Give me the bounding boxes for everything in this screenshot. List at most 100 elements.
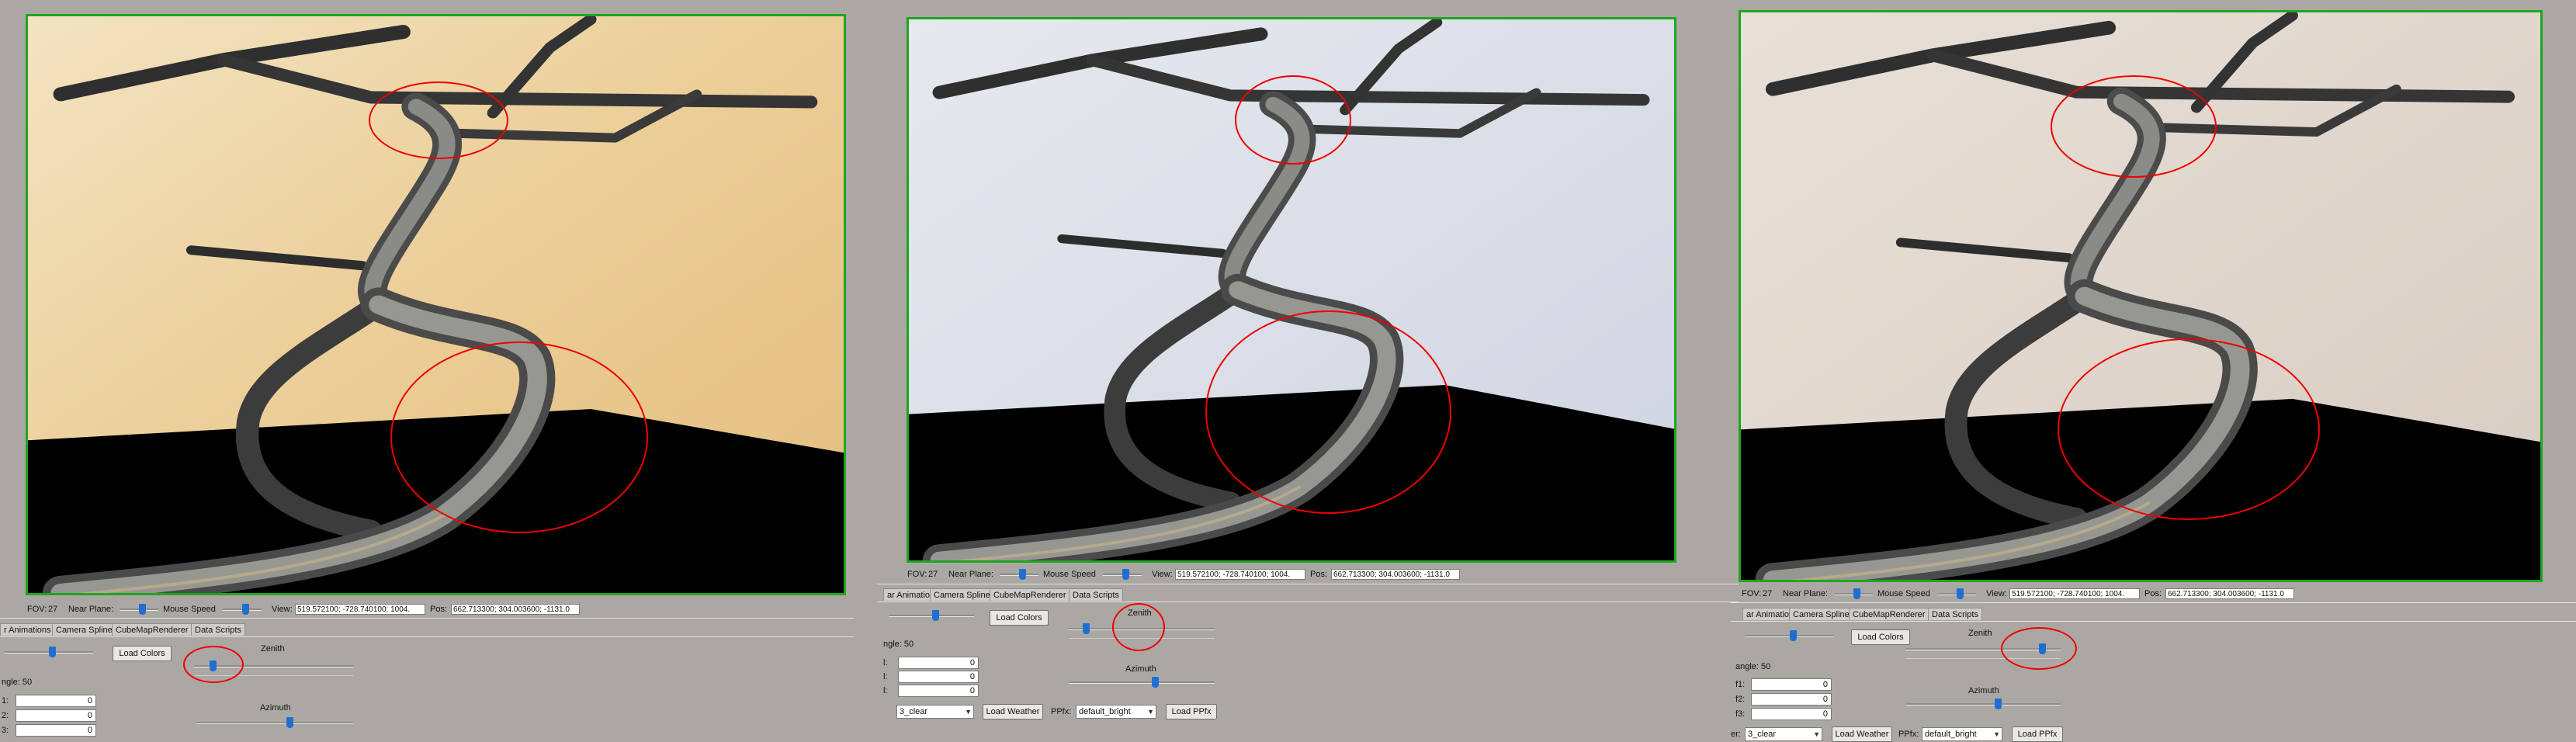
fov-label: FOV: [1742,589,1762,598]
f2-input[interactable]: 0 [16,709,96,722]
slider-thumb[interactable] [1790,630,1797,641]
tab-camera-spline[interactable]: Camera Spline [52,623,116,636]
slider-thumb[interactable] [1083,623,1090,634]
near-plane-slider[interactable] [1000,569,1038,580]
tab-camera-spline[interactable]: Camera Spline [930,588,994,601]
f1-label: l: [883,658,888,667]
tab-animations[interactable]: r Animations [0,623,55,636]
load-ppfx-button[interactable]: Load PPfx [2012,726,2063,742]
slider-thumb[interactable] [1957,588,1964,599]
ppfx-select[interactable]: default_bright ▼ [1076,705,1156,719]
azimuth-slider[interactable] [1069,677,1215,688]
f2-input[interactable]: 0 [898,671,979,683]
load-colors-button[interactable]: Load Colors [1851,629,1910,645]
slider-thumb[interactable] [1152,677,1159,688]
zenith-label: Zenith [1968,629,1992,638]
view-field[interactable]: 519.572100; -728.740100; 1004. [1175,569,1305,580]
f1-input[interactable]: 0 [16,695,96,707]
f3-input[interactable]: 0 [1751,708,1832,720]
chevron-down-icon: ▼ [965,708,972,716]
slider-thumb[interactable] [932,610,939,621]
load-colors-button[interactable]: Load Colors [113,646,172,661]
angle-label: ngle: 50 [2,678,33,687]
slider-thumb[interactable] [286,717,293,728]
pos-field[interactable]: 662.713300; 304.003600; -1131.0 [2165,588,2294,599]
annotation-circle [2058,338,2320,520]
panel-middle: FOV: 27 Near Plane: Mouse Speed View: 51… [877,0,1739,741]
f1-input[interactable]: 0 [898,657,979,669]
zenith-label: Zenith [261,644,285,654]
tab-cubemap-renderer[interactable]: CubeMapRenderer [1849,608,1929,620]
tab-cubemap-renderer[interactable]: CubeMapRenderer [112,623,192,636]
slider-thumb[interactable] [1853,588,1860,599]
load-weather-button[interactable]: Load Weather [1832,726,1892,742]
slider-thumb[interactable] [49,647,56,657]
tab-camera-spline[interactable]: Camera Spline [1789,608,1853,620]
pos-field[interactable]: 662.713300; 304.003600; -1131.0 [1331,569,1460,580]
view-field[interactable]: 519.572100; -728.740100; 1004. [295,604,425,615]
angle-label: ngle: 50 [883,640,914,649]
color-slider[interactable] [1745,630,1834,641]
weather-label: er: [1731,730,1741,739]
f1-label: f1: [1735,680,1746,689]
chevron-down-icon: ▼ [1813,730,1820,738]
tab-data-scripts[interactable]: Data Scripts [1069,588,1123,601]
slider-track [1069,681,1215,684]
load-colors-button[interactable]: Load Colors [990,610,1049,626]
weather-value: 3_clear [1748,730,1777,739]
f3-label: l: [883,686,888,695]
fov-value: 27 [928,570,938,579]
ppfx-value: default_bright [1079,707,1131,716]
divider [1731,621,2576,622]
mouse-speed-label: Mouse Speed [1043,570,1096,579]
slider-thumb[interactable] [1995,699,2002,709]
azimuth-slider[interactable] [1905,699,2061,709]
weather-select[interactable]: 3_clear ▼ [1745,727,1822,741]
near-plane-slider[interactable] [120,604,158,615]
tab-bar: r Animations Camera Spline CubeMapRender… [0,622,248,637]
azimuth-label: Azimuth [260,703,291,713]
near-plane-slider[interactable] [1834,588,1873,599]
mouse-speed-slider[interactable] [1937,588,1976,599]
view-field[interactable]: 519.572100; -728.740100; 1004. [2009,588,2140,599]
f2-input[interactable]: 0 [1751,693,1832,706]
fov-label: FOV: [907,570,927,579]
tab-data-scripts[interactable]: Data Scripts [191,623,245,636]
slider-track [889,615,974,617]
pos-label: Pos: [2144,589,2162,598]
annotation-circle [390,342,648,533]
pos-field[interactable]: 662.713300; 304.003600; -1131.0 [451,604,580,615]
tab-data-scripts[interactable]: Data Scripts [1928,608,1982,620]
divider [0,618,854,619]
annotation-circle [2001,627,2077,670]
load-ppfx-button[interactable]: Load PPfx [1166,704,1217,719]
ppfx-value: default_bright [1925,730,1977,739]
ppfx-label: PPfx: [1898,730,1919,739]
view-label: View: [272,605,293,614]
f3-input[interactable]: 0 [16,724,96,737]
annotation-circle [1112,603,1165,651]
azimuth-slider[interactable] [196,717,353,728]
color-slider[interactable] [889,610,974,621]
f1-input[interactable]: 0 [1751,678,1832,691]
mouse-speed-label: Mouse Speed [163,605,216,614]
mouse-speed-slider[interactable] [1103,569,1142,580]
f3-input[interactable]: 0 [898,685,979,697]
slider-thumb[interactable] [1019,569,1026,580]
tab-cubemap-renderer[interactable]: CubeMapRenderer [990,588,1070,601]
slider-thumb[interactable] [242,604,249,615]
near-plane-label: Near Plane: [68,605,114,614]
slider-thumb[interactable] [1122,569,1129,580]
near-plane-label: Near Plane: [948,570,994,579]
slider-thumb[interactable] [139,604,146,615]
weather-select[interactable]: 3_clear ▼ [896,705,974,719]
mouse-speed-slider[interactable] [223,604,262,615]
load-weather-button[interactable]: Load Weather [983,704,1043,719]
toolbar: FOV: 27 Near Plane: Mouse Speed View: 51… [1739,588,2298,602]
tab-bar: ar Animations Camera Spline CubeMapRende… [1742,607,2006,622]
ppfx-select[interactable]: default_bright ▼ [1922,727,2002,741]
chevron-down-icon: ▼ [1993,730,2000,738]
view-label: View: [1986,589,2007,598]
color-slider[interactable] [4,647,93,657]
annotation-circle [1205,310,1451,514]
